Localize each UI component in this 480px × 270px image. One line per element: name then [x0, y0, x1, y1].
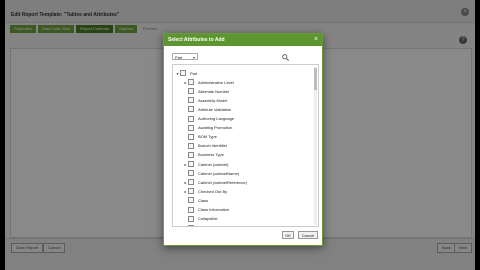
- attribute-icon: [188, 170, 194, 177]
- tree-item-label: Class Information: [198, 207, 230, 212]
- tree-item[interactable]: Authoring Language: [183, 115, 234, 123]
- attribute-icon: [188, 179, 194, 186]
- attribute-icon: [188, 133, 194, 140]
- attribute-tree: ▾ Part ▸ Administrative Level Alternate Numb…: [172, 64, 319, 227]
- type-filter-value: Part: [175, 55, 183, 60]
- tree-item[interactable]: BOM Type: [183, 133, 217, 141]
- dialog-title: Select Attributes to Add: [168, 37, 225, 43]
- dialog-close-icon[interactable]: ×: [314, 36, 318, 44]
- attribute-icon: [188, 97, 194, 104]
- tree-item[interactable]: Contextual Class Name: [183, 224, 240, 226]
- select-attributes-dialog: Select Attributes to Add × Part ▾ ▾ Part ▸…: [163, 33, 323, 246]
- tree-item[interactable]: ▸ Cabinet (cabinetReference): [183, 178, 247, 186]
- attribute-icon: [188, 88, 194, 95]
- tree-item-label: BOM Type: [198, 134, 217, 140]
- tree-scrollbar[interactable]: [314, 67, 317, 225]
- tree-item-label: Contextual Class Name: [198, 225, 240, 226]
- tree-item[interactable]: Assembly Model: [183, 96, 227, 104]
- ok-button[interactable]: OK: [282, 231, 294, 239]
- tree-item-label: Business Type: [198, 152, 224, 158]
- attribute-icon: [188, 142, 194, 149]
- attribute-icon: [180, 70, 186, 76]
- attribute-icon: [188, 197, 194, 204]
- tree-item-label: Checked Out By: [198, 188, 228, 194]
- tree-item-label: Cabinet (cabinetReference): [198, 179, 247, 185]
- attribute-icon: [188, 161, 194, 167]
- tree-item[interactable]: Attribute Validation: [183, 105, 231, 113]
- tree-item[interactable]: ▸ Cabinet (cabinet): [183, 160, 228, 168]
- attribute-icon: [188, 188, 194, 195]
- tree-item[interactable]: Class: [183, 196, 208, 204]
- tree-item-label: Attribute Validation: [198, 106, 232, 112]
- tree-item[interactable]: Class Information: [183, 206, 229, 214]
- attribute-icon: [188, 79, 194, 86]
- attribute-icon: [188, 106, 194, 113]
- attribute-icon: [188, 115, 194, 122]
- tree-item-label: Cabinet (cabinetName): [198, 170, 240, 176]
- tree-item-label: Administrative Level: [198, 79, 234, 85]
- tree-scroll-thumb[interactable]: [314, 68, 317, 90]
- tree-item[interactable]: Collapsible: [183, 215, 218, 223]
- dialog-header: Select Attributes to Add ×: [164, 34, 322, 46]
- tree-item[interactable]: ▸ Checked Out By: [183, 187, 227, 195]
- tree-item[interactable]: ▸ Administrative Level: [183, 78, 234, 86]
- type-filter-select[interactable]: Part ▾: [172, 53, 198, 60]
- attribute-icon: [188, 224, 194, 226]
- letterbox-right: [475, 0, 480, 270]
- tree-item-label: Part: [190, 70, 198, 76]
- tree-item[interactable]: ▾ Part: [175, 69, 197, 77]
- tree-item[interactable]: Branch Identifier: [183, 142, 227, 150]
- tree-item-label: Collapsible: [198, 216, 218, 222]
- tree-item-label: Branch Identifier: [198, 143, 228, 149]
- attribute-icon: [188, 151, 194, 158]
- cancel-button[interactable]: Cancel: [298, 231, 318, 239]
- tree-item[interactable]: Alternate Number: [183, 87, 229, 95]
- chevron-down-icon: ▾: [192, 55, 195, 60]
- tree-item[interactable]: Awaiting Promotion: [183, 124, 232, 132]
- tree-item[interactable]: Business Type: [183, 151, 224, 159]
- app-window: Edit Report Template: "Tables and Attrib…: [0, 0, 480, 270]
- tree-item-label: Alternate Number: [198, 88, 230, 94]
- tree-item-label: Cabinet (cabinet): [198, 161, 229, 167]
- attribute-icon: [188, 206, 194, 213]
- attribute-icon: [188, 215, 194, 222]
- tree-item[interactable]: Cabinet (cabinetName): [183, 169, 239, 177]
- tree-item-label: Class: [198, 197, 209, 203]
- tree-item-label: Assembly Model: [198, 97, 228, 103]
- tree-item-label: Awaiting Promotion: [198, 125, 233, 131]
- search-icon[interactable]: [282, 54, 289, 61]
- attribute-icon: [188, 124, 194, 131]
- tree-item-label: Authoring Language: [198, 116, 235, 121]
